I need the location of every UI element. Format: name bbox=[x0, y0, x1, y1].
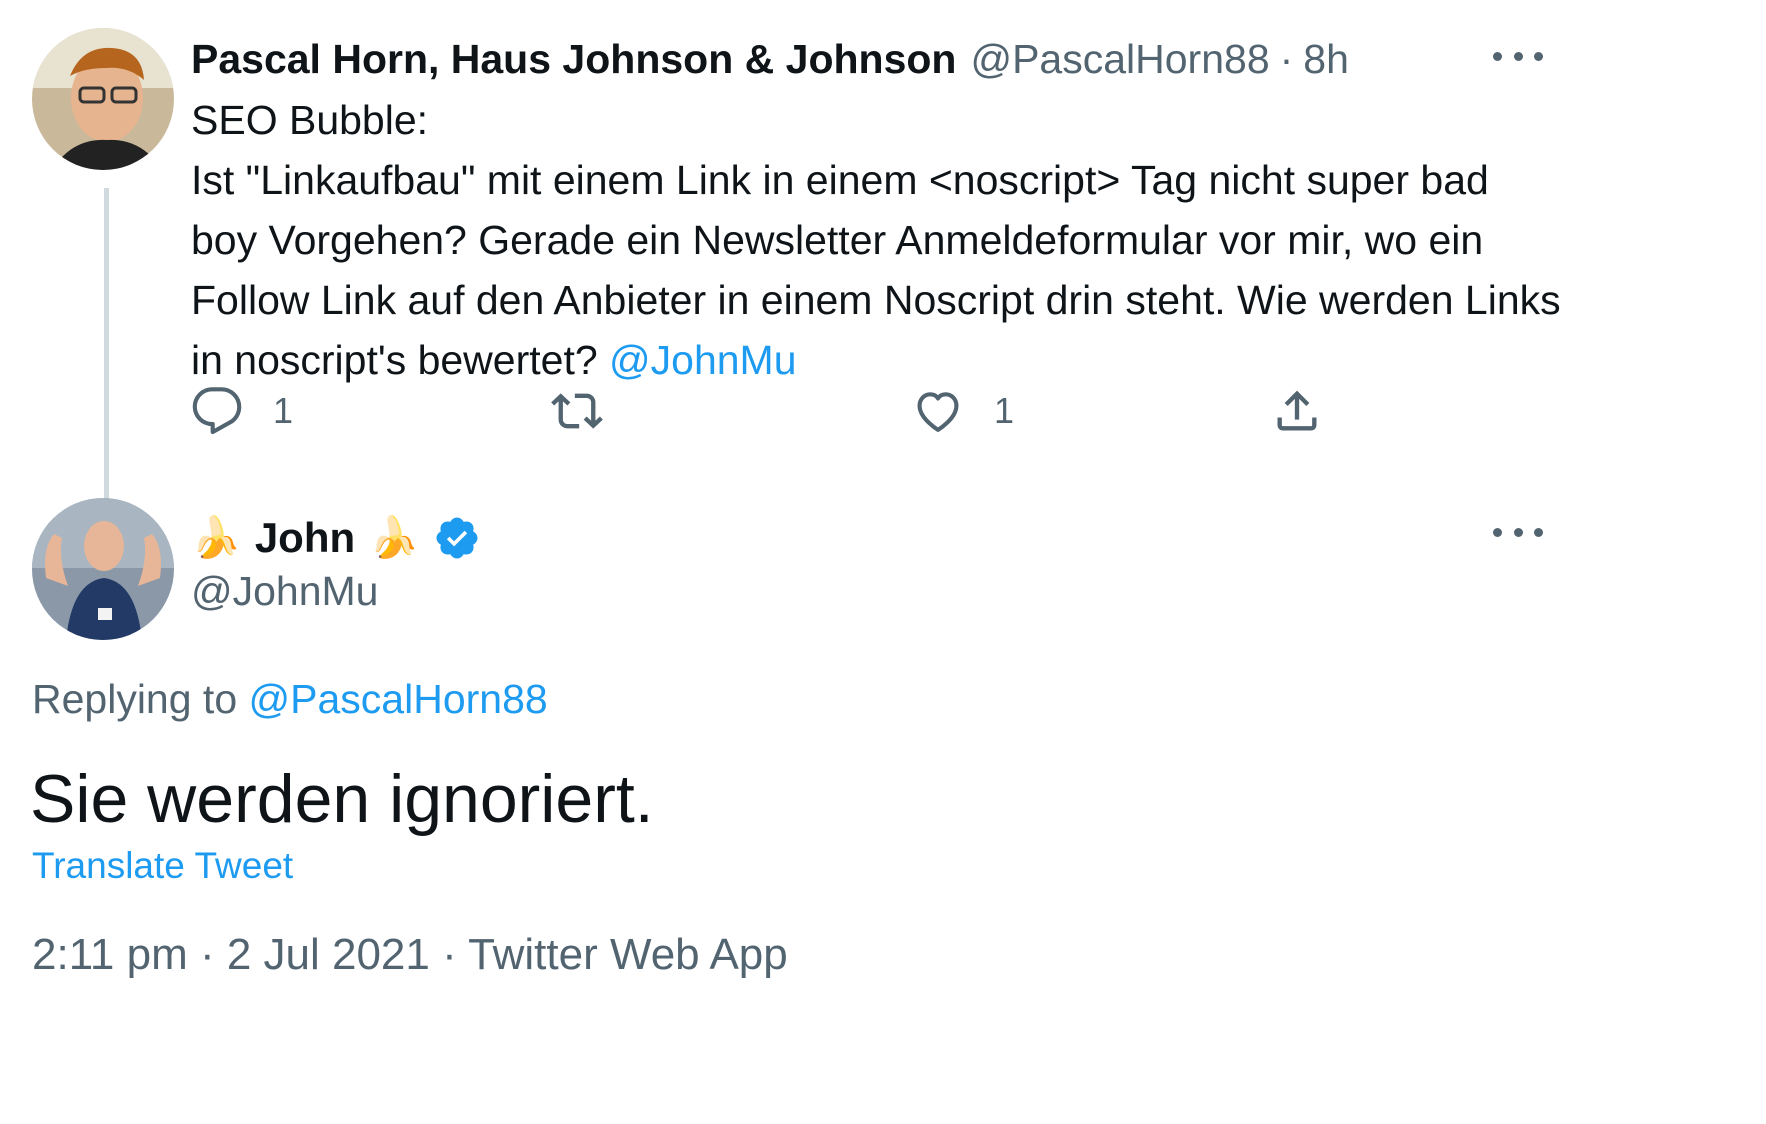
replying-prefix: Replying to bbox=[32, 676, 238, 722]
tweet-header: Pascal Horn, Haus Johnson & Johnson @Pas… bbox=[191, 36, 1349, 83]
avatar-john[interactable] bbox=[32, 498, 174, 640]
reply-handle[interactable]: @JohnMu bbox=[191, 568, 378, 615]
tweet-timestamp[interactable]: 2:11 pm · 2 Jul 2021 · Twitter Web App bbox=[32, 930, 788, 980]
tweet-line: boy Vorgehen? Gerade ein Newsletter Anme… bbox=[191, 217, 1484, 263]
author-name[interactable]: Pascal Horn, Haus Johnson & Johnson bbox=[191, 36, 956, 83]
tweet-time[interactable]: 8h bbox=[1303, 36, 1349, 83]
author-handle[interactable]: @PascalHorn88 bbox=[970, 36, 1269, 83]
avatar-pascal[interactable] bbox=[32, 28, 174, 170]
reply-text: Sie werden ignoriert. bbox=[30, 761, 654, 837]
mention-link[interactable]: @JohnMu bbox=[609, 337, 796, 383]
banana-emoji-right: 🍌 bbox=[369, 516, 419, 560]
replying-handle-link[interactable]: @PascalHorn88 bbox=[249, 676, 548, 722]
reply-action[interactable]: 1 bbox=[191, 385, 293, 437]
share-icon bbox=[1277, 390, 1317, 431]
replying-to: Replying to @PascalHorn88 bbox=[32, 676, 548, 723]
tweet-text: SEO Bubble: Ist "Linkaufbau" mit einem L… bbox=[191, 90, 1711, 390]
translate-tweet-link[interactable]: Translate Tweet bbox=[32, 845, 293, 887]
separator-dot: · bbox=[1279, 36, 1294, 82]
like-count: 1 bbox=[994, 390, 1015, 431]
tweet-line: SEO Bubble: bbox=[191, 97, 429, 143]
retweet-action[interactable] bbox=[551, 385, 603, 437]
thread-line bbox=[104, 188, 109, 548]
reply-author[interactable]: 🍌 John 🍌 bbox=[191, 514, 481, 562]
reply-display-name[interactable]: John bbox=[255, 514, 355, 562]
reply-icon bbox=[192, 387, 242, 435]
tweet-line: Follow Link auf den Anbieter in einem No… bbox=[191, 277, 1561, 323]
banana-emoji-left: 🍌 bbox=[191, 516, 241, 560]
tweet-line-prefix: in noscript's bewertet? bbox=[191, 337, 610, 383]
share-action[interactable] bbox=[1271, 385, 1323, 437]
reply-more-icon[interactable] bbox=[1493, 522, 1543, 542]
reply-count: 1 bbox=[273, 390, 294, 431]
tweet-line: Ist "Linkaufbau" mit einem Link in einem… bbox=[191, 157, 1489, 203]
more-icon[interactable] bbox=[1493, 46, 1543, 66]
retweet-icon bbox=[551, 393, 603, 429]
tweet-line-last: in noscript's bewertet? @JohnMu bbox=[191, 330, 1711, 390]
like-icon bbox=[917, 392, 959, 432]
verified-badge-icon bbox=[436, 517, 478, 559]
like-action[interactable]: 1 bbox=[912, 385, 1014, 437]
